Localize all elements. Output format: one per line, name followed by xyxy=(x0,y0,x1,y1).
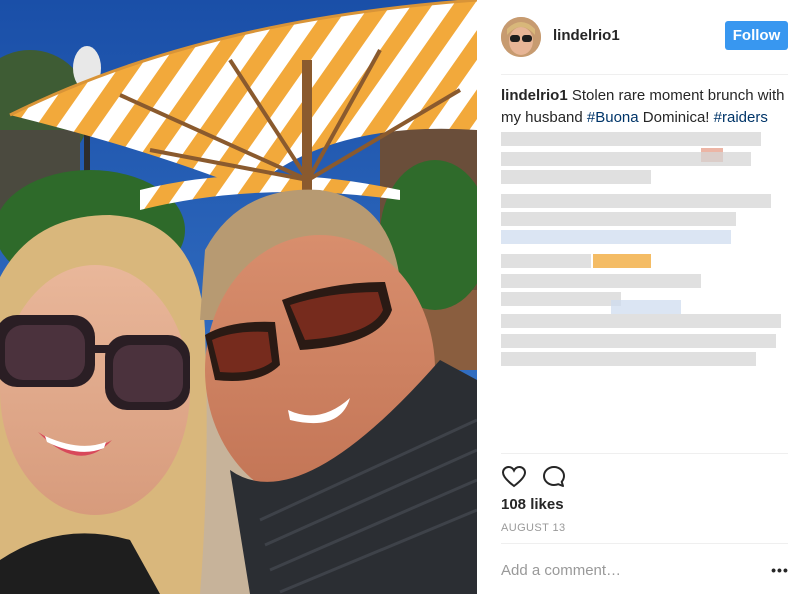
post-actions xyxy=(501,464,581,490)
post-header: lindelrio1 Follow xyxy=(477,0,810,74)
comment-icon[interactable] xyxy=(541,464,567,490)
add-comment-input[interactable] xyxy=(501,558,751,582)
post-caption: lindelrio1 Stolen rare moment brunch wit… xyxy=(501,85,791,129)
hashtag-buona[interactable]: #Buona xyxy=(587,109,639,126)
caption-text-middle: Dominica! xyxy=(638,109,714,126)
comment-divider xyxy=(501,543,788,544)
post-info-panel: lindelrio1 Follow lindelrio1 Stolen rare… xyxy=(477,0,810,594)
likes-count[interactable]: 108 likes xyxy=(501,496,564,513)
avatar[interactable] xyxy=(501,17,541,57)
post-photo-illustration xyxy=(0,0,477,594)
hashtag-raiders[interactable]: #raiders xyxy=(714,109,768,126)
caption-username[interactable]: lindelrio1 xyxy=(501,87,568,104)
blurred-comments xyxy=(501,130,781,370)
follow-button[interactable]: Follow xyxy=(725,21,788,50)
actions-divider xyxy=(501,453,788,454)
heart-icon[interactable] xyxy=(501,464,527,490)
avatar-image xyxy=(501,17,541,57)
header-username[interactable]: lindelrio1 xyxy=(553,27,620,44)
post-photo[interactable] xyxy=(0,0,477,594)
more-options-icon[interactable]: ••• xyxy=(771,563,789,577)
post-date[interactable]: AUGUST 13 xyxy=(501,522,566,534)
header-divider xyxy=(501,74,788,75)
